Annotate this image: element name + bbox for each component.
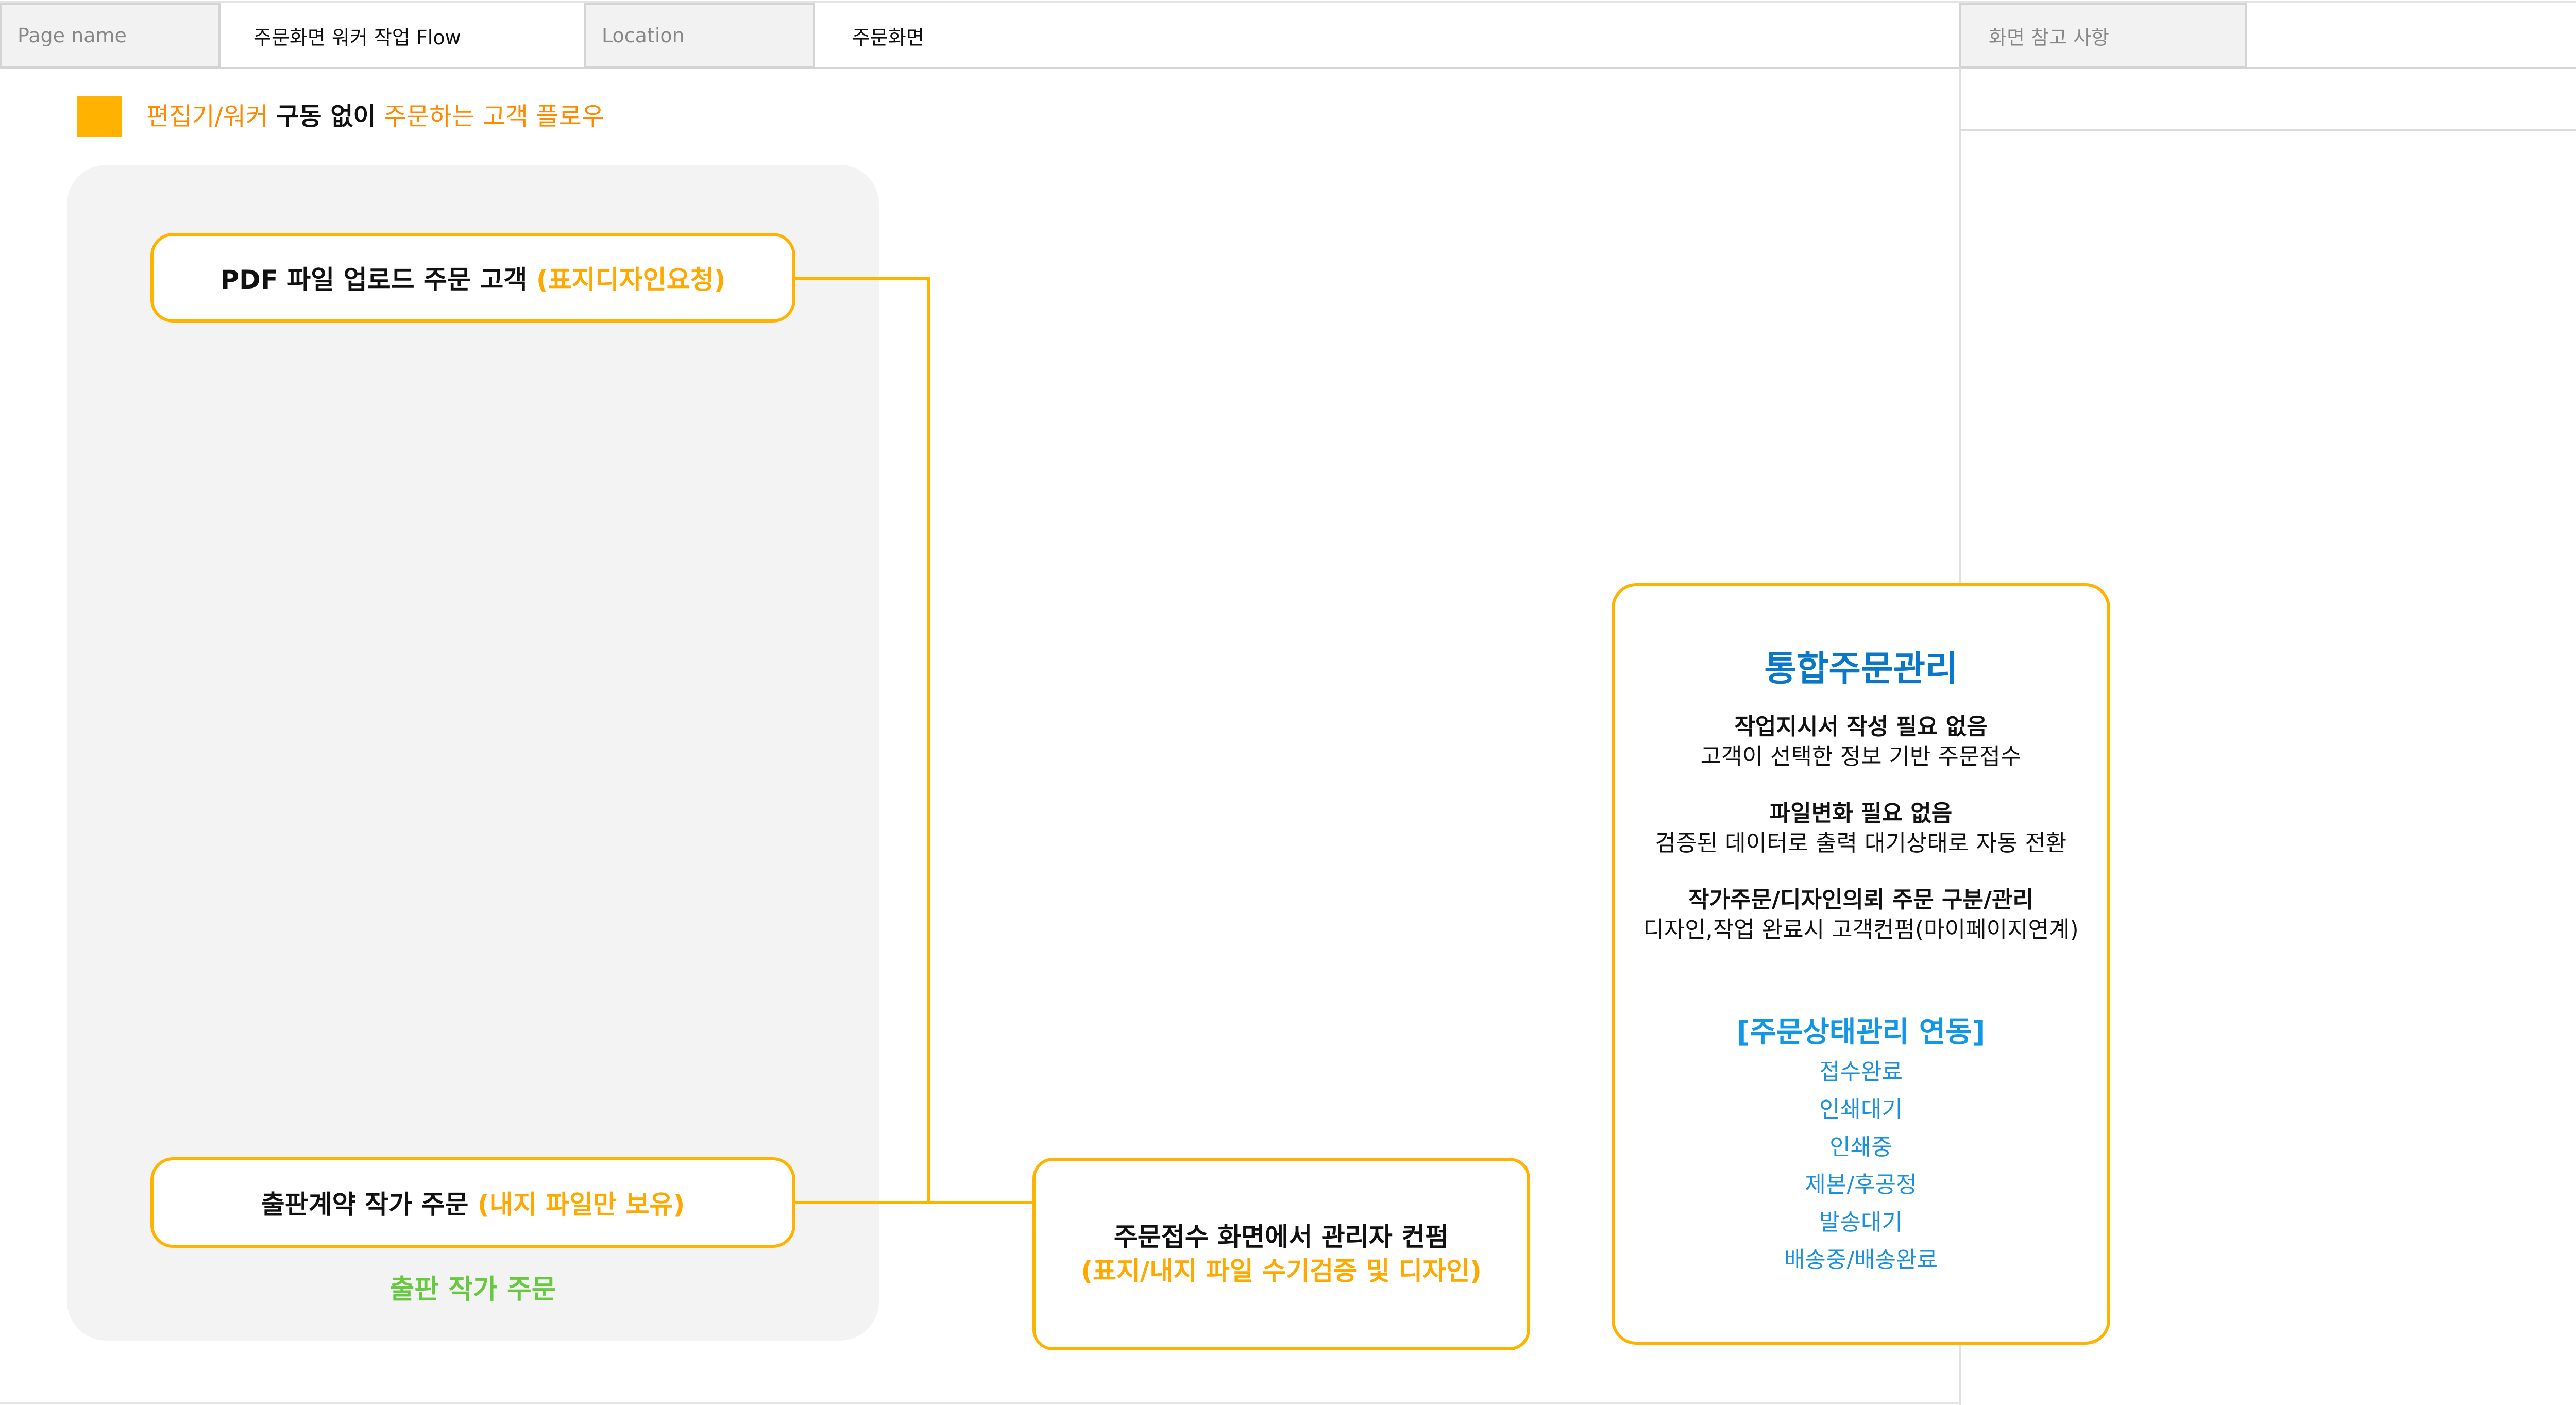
status-list: 접수완료 인쇄대기 인쇄중 제본/후공정 발송대기 배송중/배송완료 <box>1615 1053 2107 1279</box>
status-item: 배송중/배송완료 <box>1784 1247 1938 1273</box>
status-item: 인쇄중 <box>1829 1134 1892 1160</box>
status-item: 접수완료 <box>1819 1059 1903 1085</box>
admin-confirm-title: 주문접수 화면에서 관리자 컨펌 <box>1113 1222 1449 1252</box>
integrated-order-box: 통합주문관리 작업지시서 작성 필요 없음 고객이 선택한 정보 기반 주문접수… <box>1612 583 2110 1345</box>
status-title: [주문상태관리 연동] <box>1736 1015 1986 1049</box>
integrated-item: 작가주문/디자인의뢰 주문 구분/관리 디자인,작업 완료시 고객컨펌(마이페이… <box>1643 887 2079 943</box>
integrated-title: 통합주문관리 <box>1764 649 1958 689</box>
admin-confirm-detail: (표지/내지 파일 수기검증 및 디자인) <box>1081 1256 1482 1286</box>
integrated-item: 파일변화 필요 없음 검증된 데이터로 출력 대기상태로 자동 전환 <box>1655 800 2067 856</box>
status-item: 인쇄대기 <box>1819 1096 1903 1123</box>
status-item: 발송대기 <box>1819 1209 1903 1235</box>
admin-confirm-box: 주문접수 화면에서 관리자 컨펌 (표지/내지 파일 수기검증 및 디자인) <box>1032 1158 1530 1350</box>
connector-pdf <box>795 277 930 1203</box>
status-item: 제본/후공정 <box>1805 1172 1917 1198</box>
integrated-item: 작업지시서 작성 필요 없음 고객이 선택한 정보 기반 주문접수 <box>1700 714 2022 770</box>
